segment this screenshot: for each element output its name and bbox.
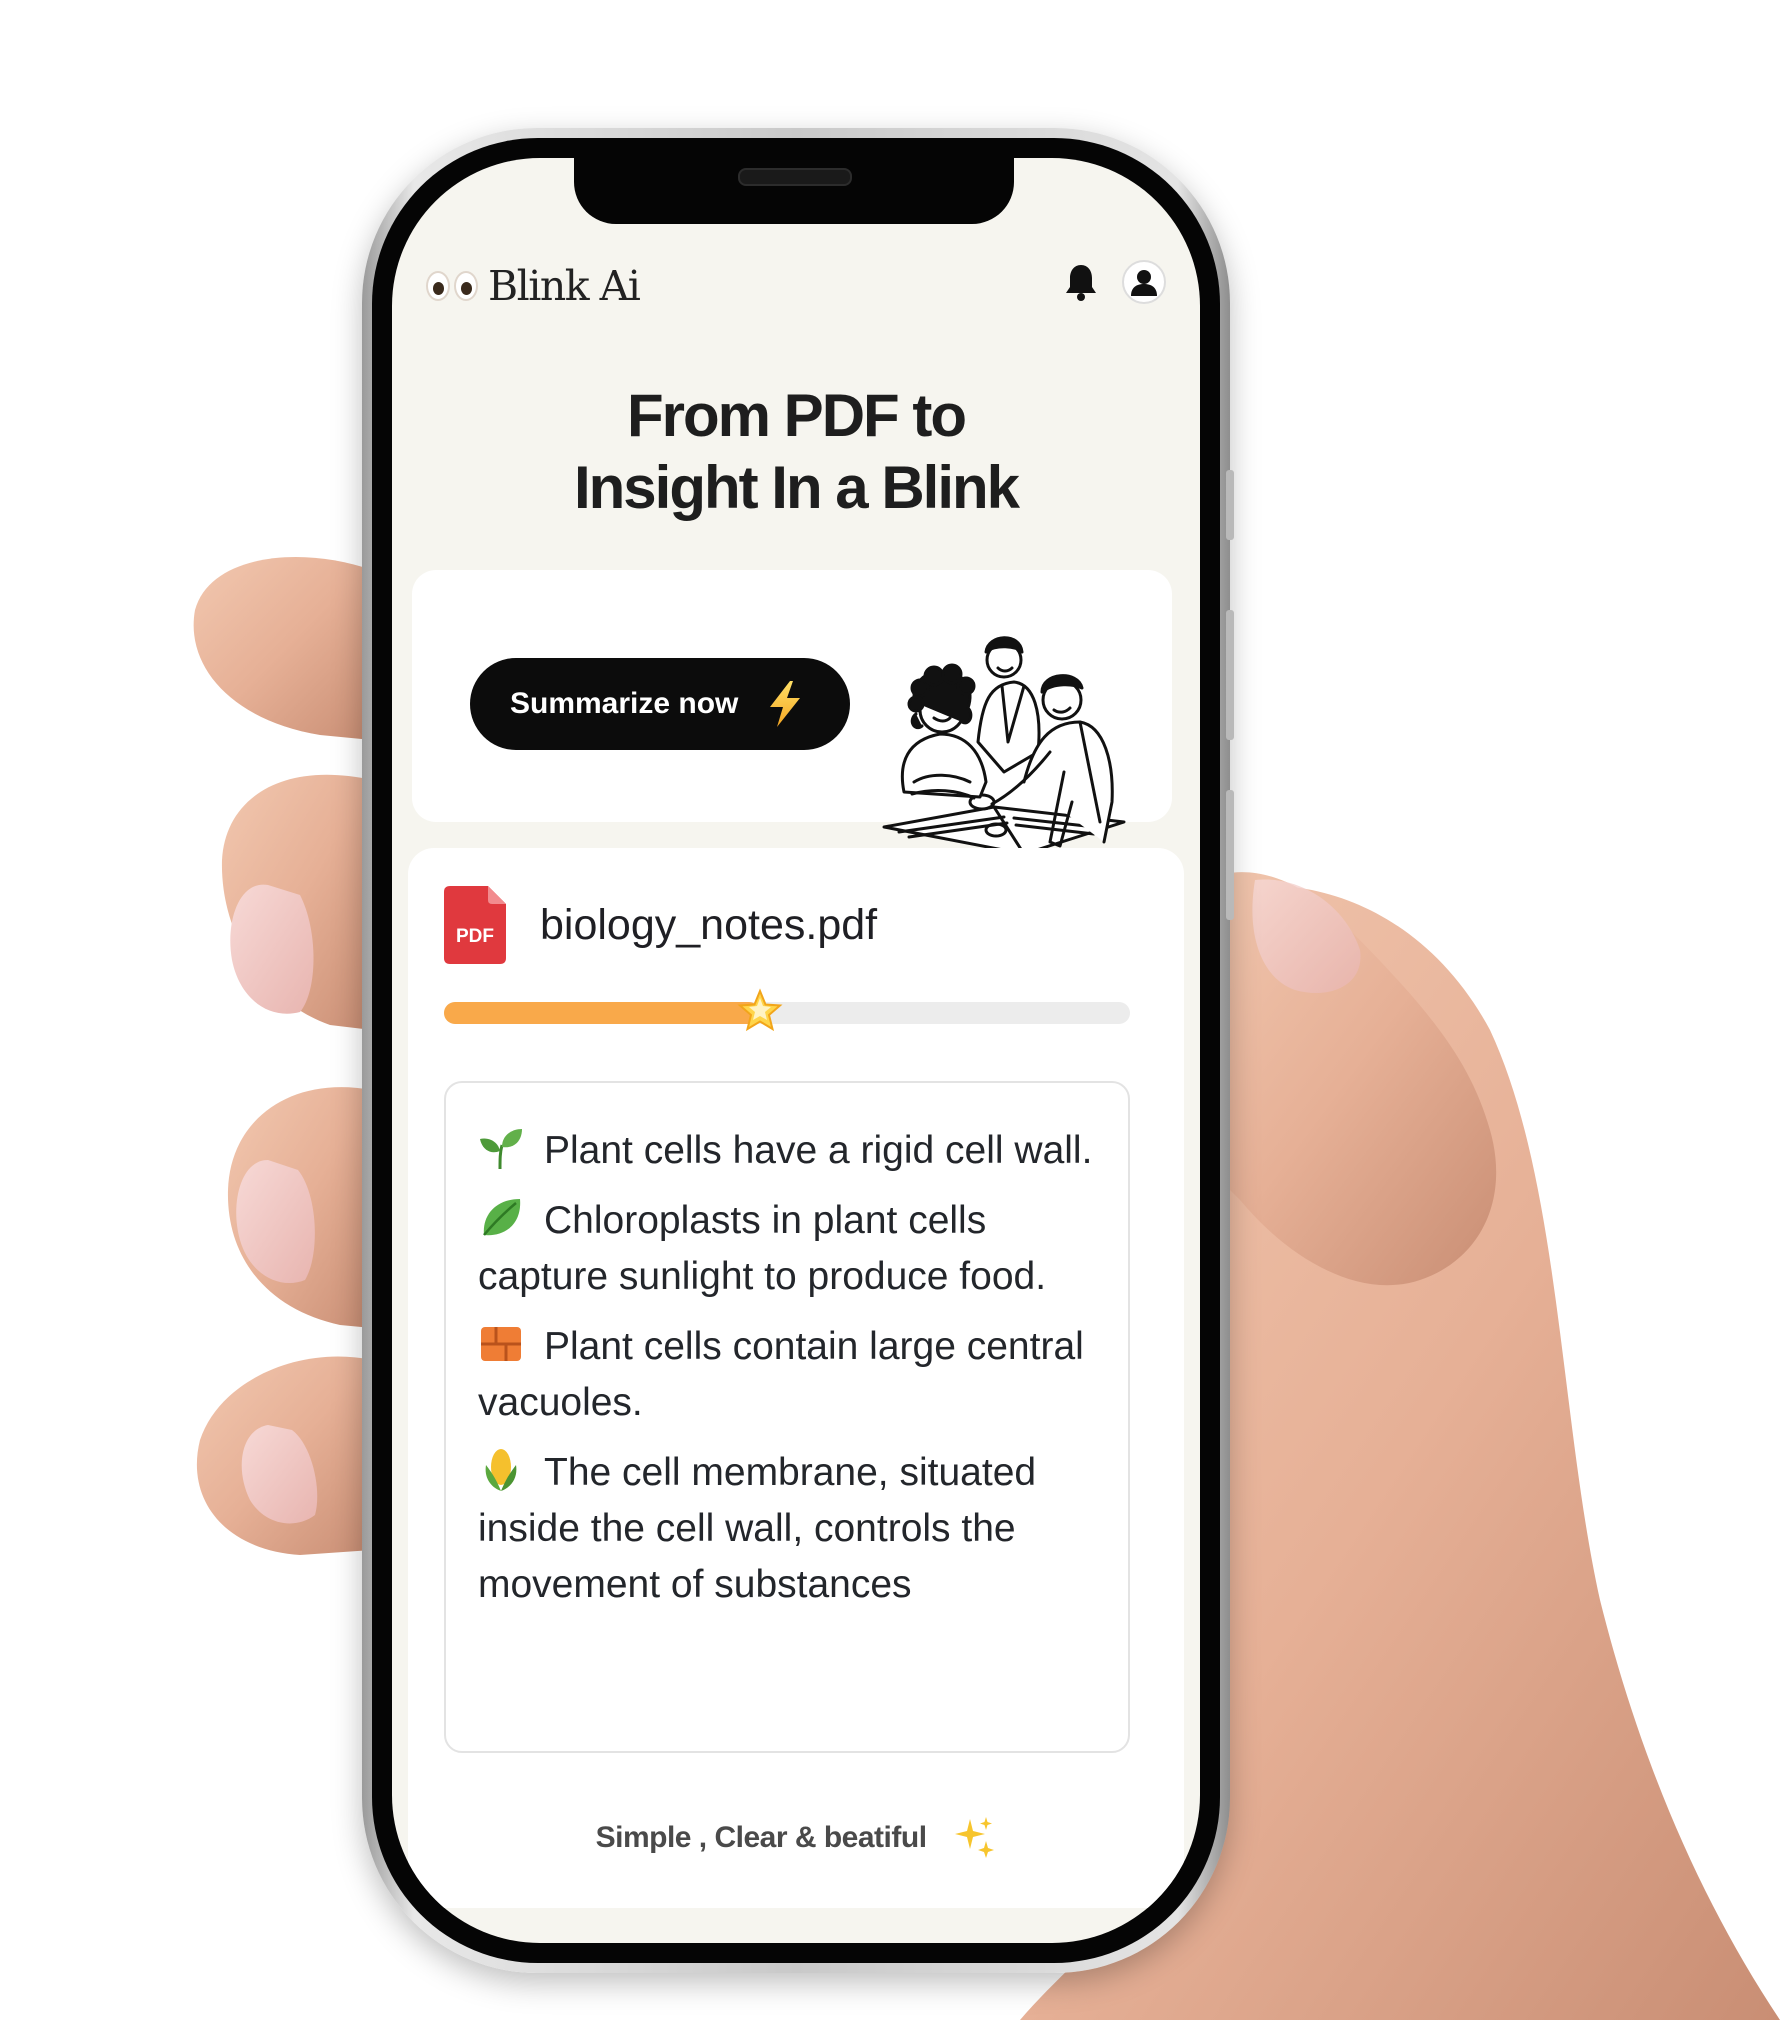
seedling-icon [480,1129,522,1170]
summarize-now-label: Summarize now [510,687,739,720]
pdf-icon-label: PDF [456,926,494,947]
hero-card: Summarize now [412,570,1172,856]
corn-icon [485,1449,517,1491]
user-avatar-icon[interactable] [1122,260,1166,304]
summary-bullet: The cell membrane, situated inside the c… [478,1445,1110,1613]
progress-fill [444,1002,760,1024]
file-row[interactable]: PDF biology_notes.pdf [444,886,877,964]
summary-bullets: Plant cells have a rigid cell wall. Chlo… [444,1081,1130,1753]
phone-side-button [1226,790,1234,920]
speaker-grille [738,168,852,186]
header-icons [1064,260,1166,304]
notch [574,158,1014,224]
summary-card: PDF biology_notes.pdf Plant cells have a… [408,848,1184,1908]
app-header: Blink Ai [426,258,1166,318]
footer-tagline: Simple , Clear & beatiful [408,1815,1184,1859]
bell-icon[interactable] [1064,262,1098,302]
tagline-text: Simple , Clear & beatiful [595,1821,927,1854]
file-name: biology_notes.pdf [540,900,878,949]
pdf-file-icon: PDF [444,886,506,964]
phone-screen: Blink Ai From PDF to Insight In a Blink … [392,158,1200,1943]
lightning-icon [770,681,801,727]
summary-bullet: Plant cells contain large central vacuol… [478,1319,1110,1431]
summary-bullet: Chloroplasts in plant cells capture sunl… [478,1193,1110,1305]
summarize-now-button[interactable]: Summarize now [470,658,850,750]
eyes-icon [426,271,478,301]
phone-side-button [1226,470,1234,540]
brick-icon [481,1327,521,1361]
summary-bullet: Plant cells have a rigid cell wall. [478,1123,1110,1179]
logo[interactable]: Blink Ai [426,262,641,310]
phone-side-button [1226,610,1234,740]
brand-name: Blink Ai [488,262,641,310]
headline-line-2: Insight In a Blink [573,454,1020,521]
headline-line-1: From PDF to [627,382,967,449]
people-reading-illustration [882,636,1126,856]
sparkles-icon [955,1817,995,1858]
leaf-icon [483,1199,521,1236]
star-icon [737,988,783,1032]
progress-bar [444,988,1130,1032]
hero-headline: From PDF to Insight In a Blink [392,380,1200,524]
